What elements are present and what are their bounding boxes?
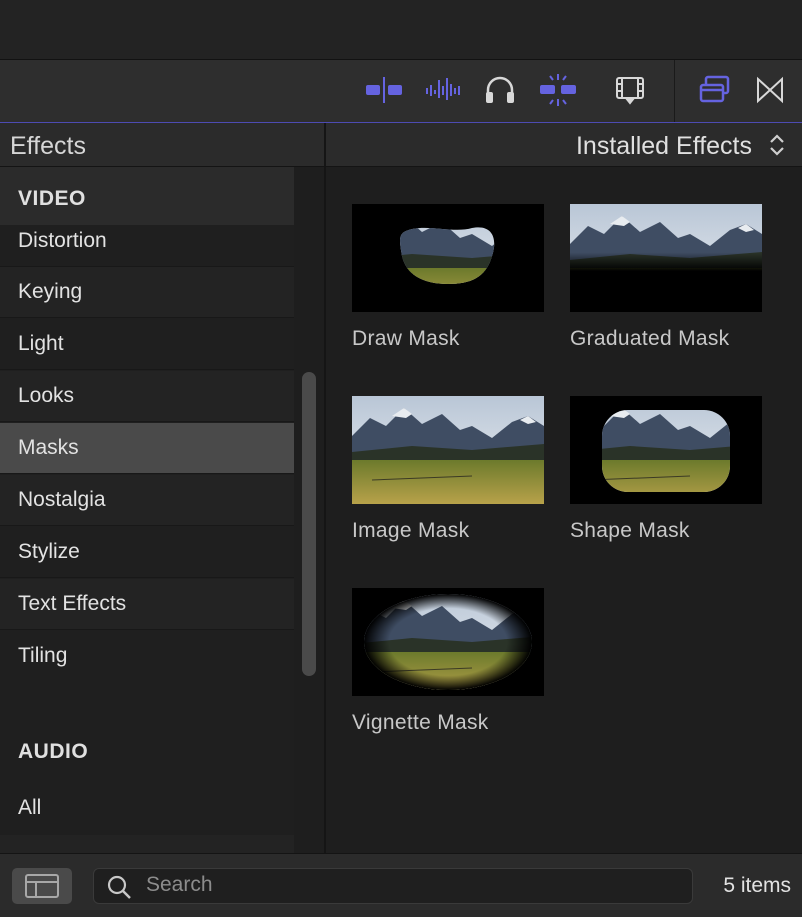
headphones-icon[interactable]	[482, 74, 518, 106]
effect-thumbnail-image-mask[interactable]	[352, 396, 544, 504]
search-field[interactable]: Search	[93, 868, 693, 904]
sidebar-item-partial[interactable]	[0, 835, 294, 853]
effect-label-graduated-mask: Graduated Mask	[570, 327, 730, 350]
sidebar-item-distortion[interactable]: Distortion	[0, 225, 294, 267]
effects-grid: Draw Mask Graduated Mask Image Mask Shap…	[326, 167, 802, 853]
sidebar-item-light[interactable]: Light	[0, 319, 294, 370]
sidebar-item-nostalgia[interactable]: Nostalgia	[0, 475, 294, 526]
effect-label-image-mask: Image Mask	[352, 519, 470, 542]
search-placeholder: Search	[146, 873, 213, 896]
search-icon	[107, 875, 131, 899]
sidebar-item-text-effects[interactable]: Text Effects	[0, 579, 294, 630]
layout-toggle-button[interactable]	[12, 868, 72, 904]
filmstrip-icon[interactable]	[612, 74, 648, 106]
effect-label-draw-mask: Draw Mask	[352, 327, 460, 350]
effects-sidebar: VIDEO Distortion Keying Light Looks Mask…	[0, 167, 294, 853]
sidebar-scrollbar-thumb[interactable]	[302, 372, 316, 676]
transitions-icon[interactable]	[752, 74, 788, 106]
effect-thumbnail-draw-mask[interactable]	[352, 204, 544, 312]
split-clip-icon[interactable]	[366, 74, 402, 106]
effect-label-vignette-mask: Vignette Mask	[352, 711, 489, 734]
audio-waveform-icon[interactable]	[425, 74, 461, 106]
sidebar-item-masks[interactable]: Masks	[0, 423, 294, 474]
sidebar-item-all[interactable]: All	[18, 796, 41, 820]
effect-thumbnail-graduated-mask[interactable]	[570, 204, 762, 312]
audio-category-header: AUDIO	[18, 740, 89, 763]
toolbar-separator	[674, 60, 675, 122]
browser-footer: Search 5 items	[0, 853, 802, 917]
installed-effects-popup[interactable]: Installed Effects	[576, 132, 752, 161]
video-category-header: VIDEO	[0, 167, 294, 225]
sidebar-item-stylize[interactable]: Stylize	[0, 527, 294, 578]
sidebar-item-tiling[interactable]: Tiling	[0, 631, 294, 682]
chevron-updown-icon[interactable]	[768, 132, 786, 158]
toolbar	[0, 59, 802, 124]
browser-header: Effects Installed Effects	[0, 123, 802, 167]
effect-thumbnail-vignette-mask[interactable]	[352, 588, 544, 696]
header-divider	[324, 123, 326, 166]
effect-thumbnail-shape-mask[interactable]	[570, 396, 762, 504]
sidebar-title: Effects	[10, 132, 86, 160]
item-count: 5 items	[723, 874, 791, 897]
sidebar-item-looks[interactable]: Looks	[0, 371, 294, 422]
title-area	[0, 0, 802, 59]
video-header-label: VIDEO	[18, 187, 86, 210]
layout-icon	[25, 874, 59, 898]
snapping-icon[interactable]	[540, 74, 576, 106]
stacked-windows-icon[interactable]	[697, 74, 733, 106]
effect-label-shape-mask: Shape Mask	[570, 519, 690, 542]
sidebar-item-keying[interactable]: Keying	[0, 267, 294, 318]
